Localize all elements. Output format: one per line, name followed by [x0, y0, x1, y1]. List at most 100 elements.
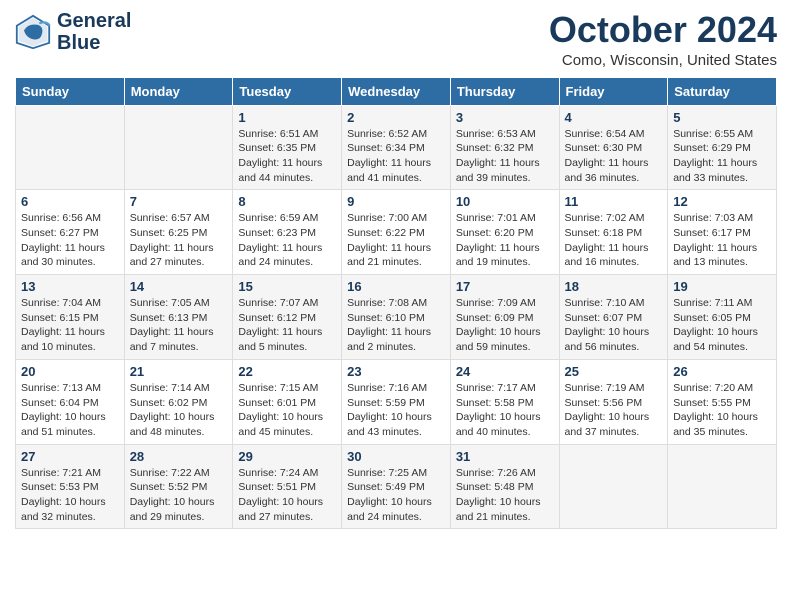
calendar-cell: 26Sunrise: 7:20 AM Sunset: 5:55 PM Dayli…: [668, 359, 777, 444]
page-header: General Blue October 2024 Como, Wisconsi…: [15, 10, 777, 69]
calendar-cell: 28 Sunrise: 7:22 AM Sunset: 5:52 PM Dayli…: [124, 444, 233, 529]
day-info: Sunrise: 7:10 AM Sunset: 6:07 PM Dayligh…: [565, 296, 663, 355]
logo-icon: [15, 14, 51, 50]
calendar-cell: 23 Sunrise: 7:16 AM Sunset: 5:59 PM Dayli…: [342, 359, 451, 444]
day-info: Sunrise: 7:20 AM Sunset: 5:55 PM Dayligh…: [673, 381, 771, 440]
day-number: 24: [456, 364, 554, 379]
calendar-cell: [124, 105, 233, 190]
day-number: 27: [21, 449, 119, 464]
day-number: 11: [565, 194, 663, 209]
day-number: 20: [21, 364, 119, 379]
calendar-cell: 19Sunrise: 7:11 AM Sunset: 6:05 PM Dayli…: [668, 275, 777, 360]
calendar-cell: 13 Sunrise: 7:04 AM Sunset: 6:15 PM Dayli…: [16, 275, 125, 360]
calendar-table: SundayMondayTuesdayWednesdayThursdayFrid…: [15, 77, 777, 530]
day-info: Sunrise: 7:24 AM Sunset: 5:51 PM Dayligh…: [238, 466, 336, 525]
day-info: Sunrise: 7:22 AM Sunset: 5:52 PM Dayligh…: [130, 466, 228, 525]
calendar-cell: [16, 105, 125, 190]
day-number: 16: [347, 279, 445, 294]
calendar-week-row: 1Sunrise: 6:51 AM Sunset: 6:35 PM Daylig…: [16, 105, 777, 190]
calendar-cell: 12Sunrise: 7:03 AM Sunset: 6:17 PM Dayli…: [668, 190, 777, 275]
day-number: 17: [456, 279, 554, 294]
title-section: October 2024 Como, Wisconsin, United Sta…: [549, 10, 777, 69]
calendar-cell: 9Sunrise: 7:00 AM Sunset: 6:22 PM Daylig…: [342, 190, 451, 275]
day-info: Sunrise: 7:03 AM Sunset: 6:17 PM Dayligh…: [673, 211, 771, 270]
day-info: Sunrise: 7:02 AM Sunset: 6:18 PM Dayligh…: [565, 211, 663, 270]
day-number: 23: [347, 364, 445, 379]
day-info: Sunrise: 6:53 AM Sunset: 6:32 PM Dayligh…: [456, 127, 554, 186]
calendar-cell: 18 Sunrise: 7:10 AM Sunset: 6:07 PM Dayli…: [559, 275, 668, 360]
day-info: Sunrise: 7:05 AM Sunset: 6:13 PM Dayligh…: [130, 296, 228, 355]
calendar-cell: 1Sunrise: 6:51 AM Sunset: 6:35 PM Daylig…: [233, 105, 342, 190]
calendar-cell: 3 Sunrise: 6:53 AM Sunset: 6:32 PM Daylig…: [450, 105, 559, 190]
day-info: Sunrise: 6:54 AM Sunset: 6:30 PM Dayligh…: [565, 127, 663, 186]
calendar-cell: 25Sunrise: 7:19 AM Sunset: 5:56 PM Dayli…: [559, 359, 668, 444]
day-info: Sunrise: 6:51 AM Sunset: 6:35 PM Dayligh…: [238, 127, 336, 186]
calendar-cell: [559, 444, 668, 529]
day-number: 2: [347, 110, 445, 125]
calendar-header: SundayMondayTuesdayWednesdayThursdayFrid…: [16, 77, 777, 105]
day-number: 31: [456, 449, 554, 464]
calendar-week-row: 20 Sunrise: 7:13 AM Sunset: 6:04 PM Dayli…: [16, 359, 777, 444]
day-number: 19: [673, 279, 771, 294]
day-number: 7: [130, 194, 228, 209]
day-number: 28: [130, 449, 228, 464]
day-info: Sunrise: 7:14 AM Sunset: 6:02 PM Dayligh…: [130, 381, 228, 440]
day-info: Sunrise: 7:04 AM Sunset: 6:15 PM Dayligh…: [21, 296, 119, 355]
calendar-cell: 29Sunrise: 7:24 AM Sunset: 5:51 PM Dayli…: [233, 444, 342, 529]
day-info: Sunrise: 7:07 AM Sunset: 6:12 PM Dayligh…: [238, 296, 336, 355]
calendar-cell: 6Sunrise: 6:56 AM Sunset: 6:27 PM Daylig…: [16, 190, 125, 275]
day-number: 18: [565, 279, 663, 294]
weekday-header: Sunday: [16, 77, 125, 105]
day-info: Sunrise: 7:26 AM Sunset: 5:48 PM Dayligh…: [456, 466, 554, 525]
day-info: Sunrise: 7:15 AM Sunset: 6:01 PM Dayligh…: [238, 381, 336, 440]
logo: General Blue: [15, 10, 131, 54]
day-info: Sunrise: 7:09 AM Sunset: 6:09 PM Dayligh…: [456, 296, 554, 355]
logo-text: General Blue: [57, 10, 131, 54]
calendar-cell: 10 Sunrise: 7:01 AM Sunset: 6:20 PM Dayli…: [450, 190, 559, 275]
weekday-header: Thursday: [450, 77, 559, 105]
calendar-cell: 21 Sunrise: 7:14 AM Sunset: 6:02 PM Dayli…: [124, 359, 233, 444]
calendar-cell: 15Sunrise: 7:07 AM Sunset: 6:12 PM Dayli…: [233, 275, 342, 360]
calendar-cell: 4 Sunrise: 6:54 AM Sunset: 6:30 PM Daylig…: [559, 105, 668, 190]
day-info: Sunrise: 7:00 AM Sunset: 6:22 PM Dayligh…: [347, 211, 445, 270]
weekday-row: SundayMondayTuesdayWednesdayThursdayFrid…: [16, 77, 777, 105]
weekday-header: Tuesday: [233, 77, 342, 105]
calendar-cell: 8 Sunrise: 6:59 AM Sunset: 6:23 PM Daylig…: [233, 190, 342, 275]
day-info: Sunrise: 6:59 AM Sunset: 6:23 PM Dayligh…: [238, 211, 336, 270]
day-info: Sunrise: 7:13 AM Sunset: 6:04 PM Dayligh…: [21, 381, 119, 440]
calendar-cell: [668, 444, 777, 529]
calendar-week-row: 6Sunrise: 6:56 AM Sunset: 6:27 PM Daylig…: [16, 190, 777, 275]
day-info: Sunrise: 7:17 AM Sunset: 5:58 PM Dayligh…: [456, 381, 554, 440]
day-number: 22: [238, 364, 336, 379]
weekday-header: Saturday: [668, 77, 777, 105]
day-info: Sunrise: 7:08 AM Sunset: 6:10 PM Dayligh…: [347, 296, 445, 355]
calendar-cell: 16 Sunrise: 7:08 AM Sunset: 6:10 PM Dayli…: [342, 275, 451, 360]
day-number: 6: [21, 194, 119, 209]
day-number: 5: [673, 110, 771, 125]
day-info: Sunrise: 7:01 AM Sunset: 6:20 PM Dayligh…: [456, 211, 554, 270]
month-title: October 2024: [549, 10, 777, 50]
weekday-header: Monday: [124, 77, 233, 105]
day-info: Sunrise: 7:21 AM Sunset: 5:53 PM Dayligh…: [21, 466, 119, 525]
calendar-week-row: 27 Sunrise: 7:21 AM Sunset: 5:53 PM Dayli…: [16, 444, 777, 529]
day-info: Sunrise: 7:16 AM Sunset: 5:59 PM Dayligh…: [347, 381, 445, 440]
calendar-body: 1Sunrise: 6:51 AM Sunset: 6:35 PM Daylig…: [16, 105, 777, 529]
calendar-cell: 30Sunrise: 7:25 AM Sunset: 5:49 PM Dayli…: [342, 444, 451, 529]
day-info: Sunrise: 6:55 AM Sunset: 6:29 PM Dayligh…: [673, 127, 771, 186]
calendar-cell: 27 Sunrise: 7:21 AM Sunset: 5:53 PM Dayli…: [16, 444, 125, 529]
calendar-cell: 31 Sunrise: 7:26 AM Sunset: 5:48 PM Dayli…: [450, 444, 559, 529]
day-number: 21: [130, 364, 228, 379]
day-info: Sunrise: 7:25 AM Sunset: 5:49 PM Dayligh…: [347, 466, 445, 525]
day-number: 13: [21, 279, 119, 294]
day-info: Sunrise: 7:19 AM Sunset: 5:56 PM Dayligh…: [565, 381, 663, 440]
calendar-cell: 14 Sunrise: 7:05 AM Sunset: 6:13 PM Dayli…: [124, 275, 233, 360]
weekday-header: Wednesday: [342, 77, 451, 105]
day-number: 3: [456, 110, 554, 125]
calendar-cell: 22 Sunrise: 7:15 AM Sunset: 6:01 PM Dayli…: [233, 359, 342, 444]
day-number: 14: [130, 279, 228, 294]
day-number: 8: [238, 194, 336, 209]
day-number: 10: [456, 194, 554, 209]
calendar-cell: 2Sunrise: 6:52 AM Sunset: 6:34 PM Daylig…: [342, 105, 451, 190]
day-number: 4: [565, 110, 663, 125]
weekday-header: Friday: [559, 77, 668, 105]
